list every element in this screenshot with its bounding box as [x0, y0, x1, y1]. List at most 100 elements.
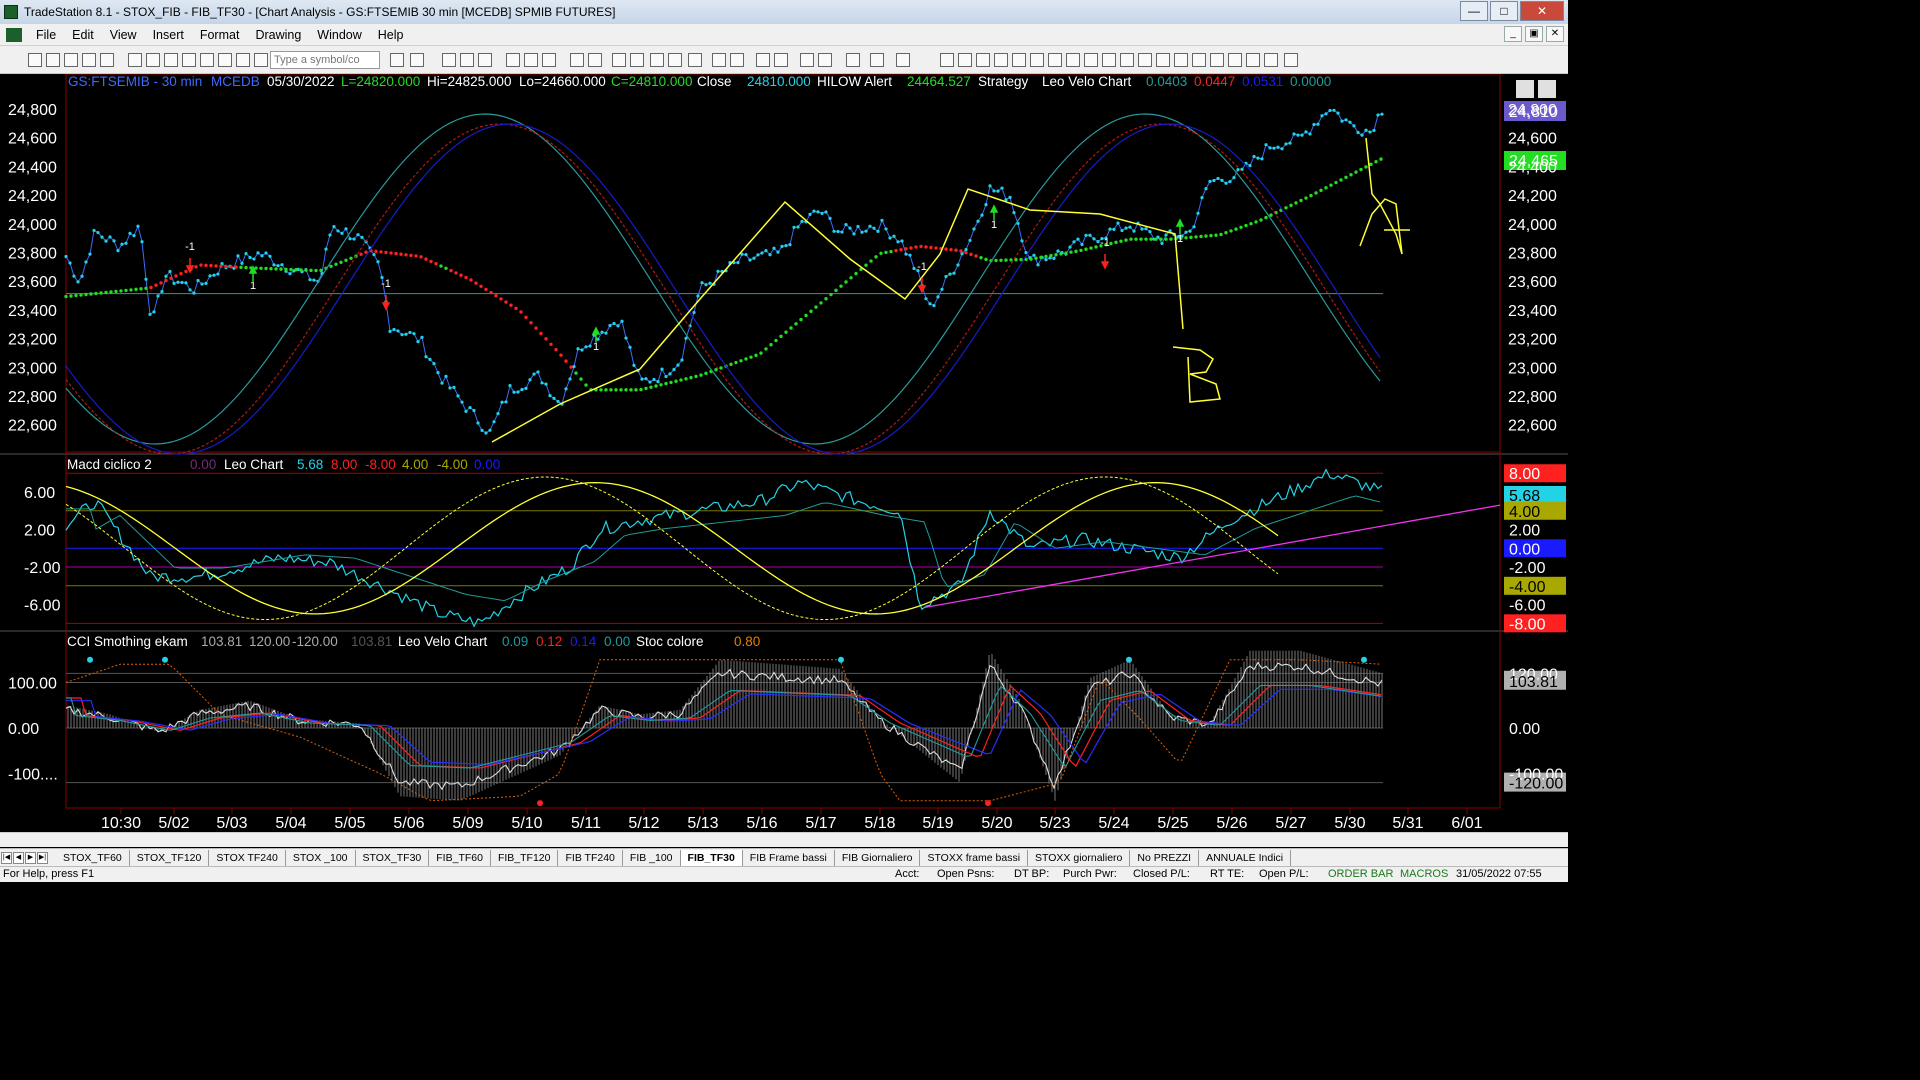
tab-stox-tf60[interactable]: STOX_TF60	[56, 849, 130, 866]
price-pane[interactable]	[65, 74, 1501, 453]
tab-fib-frame-bassi[interactable]: FIB Frame bassi	[743, 849, 835, 866]
toolbar-tool-34-icon[interactable]	[846, 53, 860, 67]
tab-no-prezzi[interactable]: No PREZZI	[1130, 849, 1200, 866]
tab-fib-giornaliero[interactable]: FIB Giornaliero	[835, 849, 921, 866]
toolbar-tool-43-icon[interactable]	[1048, 53, 1062, 67]
chart-analysis-window[interactable]: 24,800 24,800 24,600 24,600 24,400 24,400 24,2…	[0, 74, 1568, 846]
tab-fib-tf60[interactable]: FIB_TF60	[429, 849, 491, 866]
toolbar-tool-14-icon[interactable]	[410, 53, 424, 67]
toolbar-tool-36-icon[interactable]	[896, 53, 910, 67]
horizontal-scrollbar[interactable]	[0, 832, 1568, 847]
menu-format[interactable]: Format	[192, 28, 248, 42]
toolbar-tool-45-icon[interactable]	[1084, 53, 1098, 67]
pane-maximize-button[interactable]	[1538, 80, 1556, 98]
tab-annuale-indici[interactable]: ANNUALE Indici	[1199, 849, 1292, 866]
symbol-input[interactable]: Type a symbol/co	[270, 51, 380, 69]
toolbar-tool-28-icon[interactable]	[712, 53, 726, 67]
menu-view[interactable]: View	[102, 28, 145, 42]
toolbar-tool-51-icon[interactable]	[1192, 53, 1206, 67]
menu-window[interactable]: Window	[309, 28, 369, 42]
chart-canvas[interactable]: 24,800 24,80024,600 24,60024,400 24,40024,2…	[0, 74, 1568, 832]
toolbar-tool-22-icon[interactable]	[588, 53, 602, 67]
mdi-minimize-button[interactable]: _	[1504, 26, 1522, 42]
tab-fib-tf240[interactable]: FIB TF240	[558, 849, 623, 866]
tab-next-icon[interactable]: ▶	[25, 851, 36, 864]
close-button[interactable]: ✕	[1520, 1, 1564, 21]
toolbar-tool-8-icon[interactable]	[182, 53, 196, 67]
menu-edit[interactable]: Edit	[64, 28, 102, 42]
toolbar-tool-41-icon[interactable]	[1012, 53, 1026, 67]
toolbar-tool-26-icon[interactable]	[668, 53, 682, 67]
toolbar-tool-35-icon[interactable]	[870, 53, 884, 67]
toolbar-tool-33-icon[interactable]	[818, 53, 832, 67]
minimize-button[interactable]: —	[1460, 1, 1488, 21]
toolbar-tool-55-icon[interactable]	[1264, 53, 1278, 67]
toolbar-tool-2-icon[interactable]	[64, 53, 78, 67]
menu-drawing[interactable]: Drawing	[247, 28, 309, 42]
toolbar-tool-10-icon[interactable]	[218, 53, 232, 67]
chart-window-icon[interactable]	[6, 27, 22, 42]
menu-file[interactable]: File	[28, 28, 64, 42]
toolbar-tool-56-icon[interactable]	[1284, 53, 1298, 67]
tab-stox-tf240[interactable]: STOX TF240	[209, 849, 286, 866]
toolbar-tool-9-icon[interactable]	[200, 53, 214, 67]
tab-first-icon[interactable]: |◀	[1, 851, 12, 864]
toolbar-tool-48-icon[interactable]	[1138, 53, 1152, 67]
toolbar-tool-21-icon[interactable]	[570, 53, 584, 67]
tab-fib-tf120[interactable]: FIB_TF120	[491, 849, 559, 866]
tab-stoxx-frame-bassi[interactable]: STOXX frame bassi	[920, 849, 1029, 866]
toolbar-tool-17-icon[interactable]	[478, 53, 492, 67]
toolbar-tool-52-icon[interactable]	[1210, 53, 1224, 67]
toolbar-tool-30-icon[interactable]	[756, 53, 770, 67]
toolbar-tool-6-icon[interactable]	[146, 53, 160, 67]
toolbar-tool-37-icon[interactable]	[940, 53, 954, 67]
toolbar-tool-32-icon[interactable]	[800, 53, 814, 67]
status-order-bar[interactable]: ORDER BAR	[1328, 868, 1393, 880]
tab-prev-icon[interactable]: ◀	[13, 851, 24, 864]
toolbar-tool-20-icon[interactable]	[542, 53, 556, 67]
toolbar-tool-12-icon[interactable]	[254, 53, 268, 67]
toolbar-tool-16-icon[interactable]	[460, 53, 474, 67]
status-macros[interactable]: MACROS	[1400, 868, 1448, 880]
toolbar-tool-24-icon[interactable]	[630, 53, 644, 67]
menu-insert[interactable]: Insert	[145, 28, 192, 42]
toolbar-tool-47-icon[interactable]	[1120, 53, 1134, 67]
toolbar-tool-29-icon[interactable]	[730, 53, 744, 67]
tab-stox-tf30[interactable]: STOX_TF30	[356, 849, 430, 866]
toolbar-tool-39-icon[interactable]	[976, 53, 990, 67]
toolbar-tool-19-icon[interactable]	[524, 53, 538, 67]
toolbar-tool-0-icon[interactable]	[28, 53, 42, 67]
toolbar-tool-13-icon[interactable]	[390, 53, 404, 67]
maximize-button[interactable]: □	[1490, 1, 1518, 21]
toolbar-tool-11-icon[interactable]	[236, 53, 250, 67]
pane-minimize-button[interactable]	[1516, 80, 1534, 98]
tab-stox-tf120[interactable]: STOX_TF120	[130, 849, 210, 866]
toolbar-tool-18-icon[interactable]	[506, 53, 520, 67]
mdi-close-button[interactable]: ✕	[1546, 26, 1564, 42]
toolbar-tool-42-icon[interactable]	[1030, 53, 1044, 67]
toolbar-tool-38-icon[interactable]	[958, 53, 972, 67]
toolbar-tool-4-icon[interactable]	[100, 53, 114, 67]
tab-stox-100[interactable]: STOX _100	[286, 849, 356, 866]
toolbar-tool-31-icon[interactable]	[774, 53, 788, 67]
toolbar-tool-7-icon[interactable]	[164, 53, 178, 67]
toolbar-tool-40-icon[interactable]	[994, 53, 1008, 67]
tab-fib-tf30[interactable]: FIB_TF30	[680, 849, 743, 866]
mdi-restore-button[interactable]: ▣	[1525, 26, 1543, 42]
tab-fib-100[interactable]: FIB _100	[623, 849, 681, 866]
toolbar-tool-5-icon[interactable]	[128, 53, 142, 67]
tab-stoxx-giornaliero[interactable]: STOXX giornaliero	[1028, 849, 1131, 866]
toolbar-tool-1-icon[interactable]	[46, 53, 60, 67]
toolbar-tool-25-icon[interactable]	[650, 53, 664, 67]
toolbar-tool-50-icon[interactable]	[1174, 53, 1188, 67]
toolbar-tool-53-icon[interactable]	[1228, 53, 1242, 67]
toolbar-tool-46-icon[interactable]	[1102, 53, 1116, 67]
toolbar-tool-3-icon[interactable]	[82, 53, 96, 67]
toolbar-tool-27-icon[interactable]	[688, 53, 702, 67]
toolbar-tool-44-icon[interactable]	[1066, 53, 1080, 67]
toolbar-tool-49-icon[interactable]	[1156, 53, 1170, 67]
menu-help[interactable]: Help	[370, 28, 412, 42]
tab-last-icon[interactable]: ▶|	[37, 851, 48, 864]
toolbar-tool-15-icon[interactable]	[442, 53, 456, 67]
toolbar-tool-54-icon[interactable]	[1246, 53, 1260, 67]
